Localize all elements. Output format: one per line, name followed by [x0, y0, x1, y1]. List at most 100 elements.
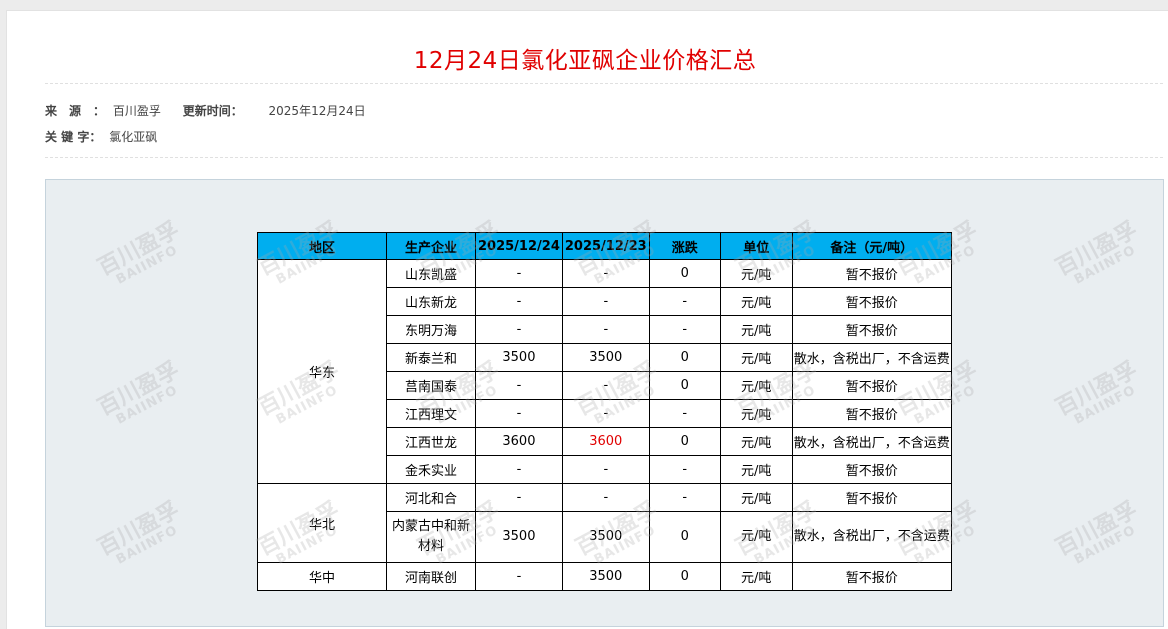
update-time-label: 更新时间： — [182, 104, 243, 118]
change-cell: 0 — [648, 427, 721, 456]
price-1224-cell: - — [475, 287, 563, 316]
price-1223-cell: - — [561, 483, 650, 512]
note-cell: 暂不报价 — [791, 259, 952, 288]
unit-cell: 元/吨 — [719, 315, 793, 344]
change-cell: - — [648, 315, 721, 344]
article-page: 12月24日氯化亚砜企业价格汇总 来 源 ： 百川盈孚 更新时间： 2025年1… — [6, 10, 1168, 629]
change-cell: - — [648, 483, 721, 512]
company-cell: 内蒙古中和新材料 — [386, 511, 476, 563]
company-cell: 莒南国泰 — [386, 371, 476, 400]
watermark-en: BAIINFO — [1071, 242, 1139, 288]
change-cell: 0 — [648, 371, 721, 400]
keyword-label: 关 键 字： — [45, 130, 102, 144]
unit-cell: 元/吨 — [719, 343, 793, 372]
price-1223-cell: - — [561, 315, 650, 344]
unit-cell: 元/吨 — [719, 511, 793, 563]
change-cell: 0 — [648, 259, 721, 288]
watermark-cn: 百川盈孚 — [1051, 357, 1142, 422]
watermark-en: BAIINFO — [113, 522, 181, 568]
note-cell: 散水，含税出厂，不含运费 — [791, 427, 952, 456]
note-cell: 散水，含税出厂，不含运费 — [791, 343, 952, 372]
note-cell: 暂不报价 — [791, 562, 952, 591]
price-table-panel: 地区 生产企业 2025/12/24 2025/12/23 涨跌 单位 备注（元… — [45, 179, 1164, 627]
watermark-en: BAIINFO — [113, 242, 181, 288]
col-header-company: 生产企业 — [386, 232, 476, 260]
note-cell: 暂不报价 — [791, 315, 952, 344]
page-title: 12月24日氯化亚砜企业价格汇总 — [413, 48, 757, 74]
col-header-date-1223: 2025/12/23 — [561, 232, 650, 260]
price-1223-cell: - — [561, 371, 650, 400]
note-cell: 暂不报价 — [791, 399, 952, 428]
col-header-region: 地区 — [257, 232, 387, 260]
company-cell: 山东新龙 — [386, 287, 476, 316]
divider — [45, 83, 1163, 84]
keyword-link[interactable]: 氯化亚砜 — [109, 128, 157, 145]
meta-source-row: 来 源 ： 百川盈孚 更新时间： 2025年12月24日 — [45, 102, 366, 119]
change-cell: 0 — [648, 511, 721, 563]
watermark: 百川盈孚 BAIINFO — [1051, 357, 1147, 431]
watermark-cn: 百川盈孚 — [93, 217, 184, 282]
change-cell: - — [648, 287, 721, 316]
company-cell: 江西世龙 — [386, 427, 476, 456]
col-header-unit: 单位 — [719, 232, 793, 260]
price-table: 地区 生产企业 2025/12/24 2025/12/23 涨跌 单位 备注（元… — [257, 232, 952, 591]
unit-cell: 元/吨 — [719, 259, 793, 288]
price-1224-cell: - — [475, 259, 563, 288]
watermark-cn: 百川盈孚 — [1051, 497, 1142, 562]
price-1224-cell: 3500 — [475, 343, 563, 372]
source-value: 百川盈孚 — [112, 104, 161, 118]
note-cell: 暂不报价 — [791, 455, 952, 484]
price-1224-cell: - — [475, 315, 563, 344]
update-time-value: 2025年12月24日 — [268, 104, 366, 118]
watermark-cn: 百川盈孚 — [93, 497, 184, 562]
price-1223-cell: 3500 — [561, 343, 650, 372]
price-1224-cell: - — [475, 562, 563, 591]
price-1224-cell: - — [475, 455, 563, 484]
company-cell: 江西理文 — [386, 399, 476, 428]
watermark-en: BAIINFO — [1071, 522, 1139, 568]
company-cell: 金禾实业 — [386, 455, 476, 484]
unit-cell: 元/吨 — [719, 455, 793, 484]
watermark-cn: 百川盈孚 — [1051, 217, 1142, 282]
unit-cell: 元/吨 — [719, 371, 793, 400]
watermark-en: BAIINFO — [113, 382, 181, 428]
price-1223-cell: - — [561, 455, 650, 484]
price-1224-cell: - — [475, 371, 563, 400]
table-row: 华东 山东凯盛 - -0 元/吨 暂不报价 — [257, 259, 952, 484]
note-cell: 暂不报价 — [791, 287, 952, 316]
company-cell: 东明万海 — [386, 315, 476, 344]
company-cell: 河北和合 — [386, 483, 476, 512]
price-1224-cell: - — [475, 483, 563, 512]
table-header-row: 地区 生产企业 2025/12/24 2025/12/23 涨跌 单位 备注（元… — [257, 232, 952, 260]
watermark: 百川盈孚 BAIINFO — [93, 357, 189, 431]
table-row: 华北 河北和合 - - - 元/吨 暂不报价 — [257, 483, 952, 563]
col-header-note: 备注（元/吨） — [791, 232, 952, 260]
change-cell: - — [648, 455, 721, 484]
price-1223-cell: 3500 — [561, 562, 650, 591]
price-1224-cell: 3600 — [475, 427, 563, 456]
note-cell: 暂不报价 — [791, 371, 952, 400]
company-cell: 河南联创 — [386, 562, 476, 591]
price-1224-cell: 3500 — [475, 511, 563, 563]
company-cell: 新泰兰和 — [386, 343, 476, 372]
table-row: 华中 河南联创 -3500 0 元/吨 暂不报价 — [257, 562, 952, 591]
watermark: 百川盈孚 BAIINFO — [1051, 217, 1147, 291]
region-cell: 华东 — [257, 259, 387, 484]
divider — [45, 157, 1163, 158]
change-cell: 0 — [648, 562, 721, 591]
watermark: 百川盈孚 BAIINFO — [93, 217, 189, 291]
col-header-date-1224: 2025/12/24 — [475, 232, 563, 260]
note-cell: 散水，含税出厂，不含运费 — [791, 511, 952, 563]
price-1223-cell: 3500 — [561, 511, 650, 563]
unit-cell: 元/吨 — [719, 427, 793, 456]
change-cell: - — [648, 399, 721, 428]
col-header-change: 涨跌 — [648, 232, 721, 260]
watermark-en: BAIINFO — [1071, 382, 1139, 428]
watermark-cn: 百川盈孚 — [93, 357, 184, 422]
unit-cell: 元/吨 — [719, 399, 793, 428]
unit-cell: 元/吨 — [719, 483, 793, 512]
watermark: 百川盈孚 BAIINFO — [1051, 497, 1147, 571]
meta-keyword-row: 关 键 字： 氯化亚砜 — [45, 128, 157, 145]
price-1223-cell: - — [561, 287, 650, 316]
note-cell: 暂不报价 — [791, 483, 952, 512]
